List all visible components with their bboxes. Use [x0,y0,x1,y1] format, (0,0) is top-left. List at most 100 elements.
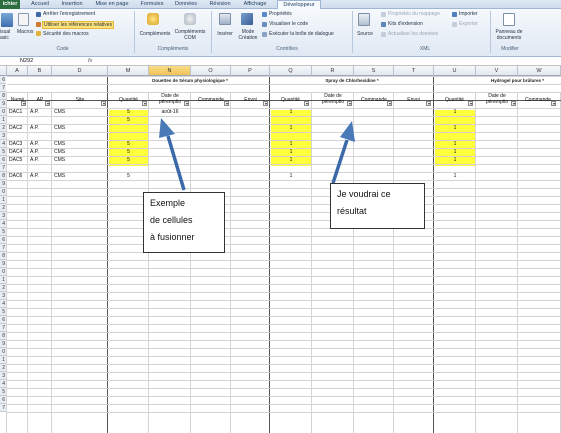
column-header-s[interactable]: S [354,66,394,76]
export-button[interactable]: Exporter [459,21,478,27]
row-header[interactable]: 4 [0,380,6,388]
filter-dropdown-button[interactable] [263,101,268,106]
row-header[interactable]: 7 [0,164,6,172]
row-header[interactable]: 3 [0,372,6,380]
cell-ap[interactable]: A.P. [28,172,52,180]
row-header[interactable]: 1 [0,116,6,124]
refresh-data-button[interactable]: Actualiser les données [388,31,438,37]
filter-dropdown-button[interactable] [101,101,106,106]
cell-quantity-saline[interactable]: 5 [108,140,149,148]
tab-home[interactable]: Accueil [27,0,53,9]
filter-dropdown-button[interactable] [304,101,309,106]
row-header[interactable]: 7 [0,404,6,412]
row-header[interactable]: 4 [0,140,6,148]
row-header[interactable]: 8 [0,252,6,260]
com-addins-button[interactable]: Compléments COM [171,29,209,41]
document-panel-button[interactable]: Panneau de documents [490,29,528,41]
relative-references-button[interactable]: Utiliser les références relatives [42,21,115,29]
visual-basic-button[interactable]: isual asic [0,29,10,41]
row-header[interactable]: 6 [0,156,6,164]
row-header[interactable]: 9 [0,100,6,108]
row-header[interactable]: 7 [0,84,6,92]
row-header[interactable]: 2 [0,124,6,132]
tab-data[interactable]: Données [172,0,200,9]
column-header-u[interactable]: U [434,66,476,76]
row-header[interactable]: 2 [0,284,6,292]
cell-quantity-saline[interactable]: 5 [108,116,149,124]
properties-button[interactable]: Propriétés [269,11,292,17]
cell-number[interactable]: DAC1 [7,108,28,116]
row-header[interactable]: 6 [0,396,6,404]
column-header-w[interactable]: W [518,66,561,76]
row-header[interactable]: 1 [0,356,6,364]
row-header[interactable]: 8 [0,332,6,340]
row-header[interactable]: 0 [0,108,6,116]
filter-dropdown-button[interactable] [426,101,431,106]
cell-quantity-chlorhexidine[interactable]: 1 [270,148,312,156]
tab-developer[interactable]: Développeur [277,0,321,9]
spreadsheet-grid[interactable]: A B D M N O P Q R S T U V W 678901234567… [0,66,561,433]
row-header[interactable]: 7 [0,324,6,332]
row-header[interactable]: 6 [0,236,6,244]
macros-button[interactable]: Macros [17,29,33,35]
cell-quantity-saline[interactable]: 5 [108,172,149,180]
row-header[interactable]: 3 [0,292,6,300]
tab-review[interactable]: Révision [206,0,234,9]
row-header[interactable]: 2 [0,364,6,372]
cell-number[interactable]: DAC3 [7,140,28,148]
cell-site[interactable]: CMS [52,108,108,116]
row-header[interactable]: 1 [0,276,6,284]
cell-quantity-hydrogel[interactable]: 1 [434,124,476,132]
filter-dropdown-button[interactable] [184,101,189,106]
row-header[interactable]: 1 [0,196,6,204]
row-header[interactable]: 5 [0,148,6,156]
cell-quantity-hydrogel[interactable]: 1 [434,148,476,156]
design-mode-button[interactable]: Mode Création [236,29,260,41]
column-header-n[interactable]: N [149,66,191,76]
fx-icon[interactable]: fx [88,58,92,64]
column-header-q[interactable]: Q [270,66,312,76]
run-dialog-button[interactable]: Exécuter la boîte de dialogue [269,31,334,37]
filter-dropdown-button[interactable] [142,101,147,106]
tab-file[interactable]: ichier [0,0,20,9]
stop-recording-button[interactable]: Arrêter l'enregistrement [43,11,95,17]
macro-security-button[interactable]: Sécurité des macros [43,31,89,37]
row-header[interactable]: 5 [0,388,6,396]
cell-quantity-hydrogel[interactable]: 1 [434,140,476,148]
cell-ap[interactable]: A.P. [28,156,52,164]
column-header-r[interactable]: R [312,66,354,76]
filter-dropdown-button[interactable] [511,101,516,106]
row-header[interactable]: 9 [0,180,6,188]
tab-page-layout[interactable]: Mise en page [92,0,132,9]
tab-view[interactable]: Affichage [240,0,270,9]
cell-quantity-saline[interactable]: 5 [108,108,149,116]
select-all-corner[interactable] [0,66,7,76]
tab-formulas[interactable]: Formules [137,0,167,9]
cell-quantity-chlorhexidine[interactable]: 1 [270,140,312,148]
cell-quantity-chlorhexidine[interactable]: 1 [270,124,312,132]
filter-dropdown-button[interactable] [224,101,229,106]
cell-number[interactable]: DAC4 [7,148,28,156]
view-code-button[interactable]: Visualiser le code [269,21,308,27]
filter-dropdown-button[interactable] [45,101,50,106]
cell-quantity-hydrogel[interactable]: 1 [434,172,476,180]
xml-source-button[interactable]: Source [354,31,376,37]
column-header-v[interactable]: V [476,66,518,76]
row-header[interactable]: 2 [0,204,6,212]
filter-dropdown-button[interactable] [551,101,556,106]
row-header[interactable]: 8 [0,92,6,100]
map-properties-button[interactable]: Propriétés du mappage [388,11,440,17]
column-header-b[interactable]: B [28,66,52,76]
cell-quantity-chlorhexidine[interactable]: 1 [270,108,312,116]
cell-ap[interactable]: A.P. [28,148,52,156]
row-header[interactable]: 4 [0,300,6,308]
cell-ap[interactable]: A.P. [28,108,52,116]
filter-dropdown-button[interactable] [347,101,352,106]
tab-insert[interactable]: Insertion [58,0,86,9]
name-box[interactable]: N292 [10,58,58,65]
cell-number[interactable]: DAC2 [7,124,28,132]
row-header[interactable]: 9 [0,260,6,268]
column-header-t[interactable]: T [394,66,434,76]
row-header[interactable]: 7 [0,244,6,252]
cell-quantity-chlorhexidine[interactable]: 1 [270,156,312,164]
